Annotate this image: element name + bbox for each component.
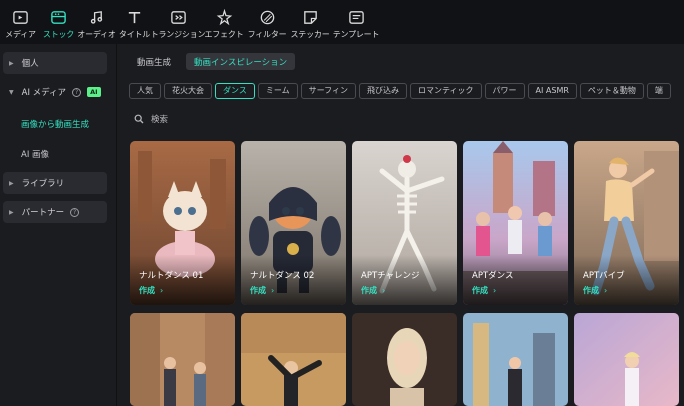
tag-dance[interactable]: ダンス bbox=[215, 83, 255, 99]
card-title: APTチャレンジ bbox=[361, 271, 420, 281]
chevron-right-icon: › bbox=[604, 286, 608, 295]
chevron-right-icon: ▶ bbox=[9, 179, 14, 187]
card-title: APTバイブ bbox=[583, 271, 625, 281]
stock-icon bbox=[50, 8, 68, 26]
card-title: ナルトダンス 02 bbox=[250, 271, 315, 281]
toolbar-sticker[interactable]: ステッカー bbox=[289, 0, 331, 44]
template-card-row2-3[interactable] bbox=[352, 313, 457, 406]
toolbar-template[interactable]: テンプレート bbox=[332, 0, 380, 44]
toolbar-audio[interactable]: オーディオ bbox=[77, 0, 116, 44]
street-dancers-thumbnail bbox=[130, 313, 235, 406]
toolbar-transition-label: トランジション bbox=[150, 30, 206, 39]
tag-popular[interactable]: 人気 bbox=[129, 83, 161, 99]
toolbar-template-label: テンプレート bbox=[332, 30, 380, 39]
blonde-portrait-thumbnail bbox=[352, 313, 457, 406]
tab-video-generation[interactable]: 動画生成 bbox=[129, 53, 179, 70]
title-t-icon bbox=[126, 8, 144, 26]
template-card-row2-4[interactable] bbox=[463, 313, 568, 406]
tag-meme[interactable]: ミーム bbox=[257, 83, 298, 99]
sidebar-item-partner[interactable]: ▶ パートナー ? bbox=[3, 201, 107, 223]
tag-fireworks[interactable]: 花火大会 bbox=[164, 83, 212, 99]
sidebar-subitem-image-to-video[interactable]: 画像から動画生成 bbox=[21, 118, 89, 130]
create-label: 作成 bbox=[583, 286, 599, 295]
search-field[interactable]: 検索 bbox=[134, 113, 168, 125]
filter-icon bbox=[258, 8, 276, 26]
create-label: 作成 bbox=[139, 286, 155, 295]
template-card-naruto-dance-02[interactable]: ナルトダンス 02 作成 › bbox=[241, 141, 346, 305]
create-label: 作成 bbox=[361, 286, 377, 295]
sidebar-item-ai-media[interactable]: ▼ AI メディア ? AI bbox=[3, 81, 107, 103]
help-icon[interactable]: ? bbox=[72, 87, 82, 97]
template-card-row2-5[interactable] bbox=[574, 313, 679, 406]
create-button[interactable]: 作成 › bbox=[250, 285, 274, 296]
chevron-right-icon: › bbox=[160, 286, 164, 295]
toolbar-stock-label: ストック bbox=[42, 30, 75, 39]
toolbar-effect-label: エフェクト bbox=[204, 30, 244, 39]
tag-surfing[interactable]: サーフィン bbox=[300, 83, 356, 99]
create-button[interactable]: 作成 › bbox=[583, 285, 607, 296]
indoor-dancer-thumbnail bbox=[241, 313, 346, 406]
sidebar-item-library[interactable]: ▶ ライブラリ bbox=[3, 172, 107, 194]
sidebar-item-label: AI メディア bbox=[21, 88, 67, 98]
chevron-right-icon: › bbox=[493, 286, 497, 295]
tab-video-inspiration[interactable]: 動画インスピレーション bbox=[186, 53, 296, 70]
music-note-icon bbox=[88, 8, 106, 26]
card-title: APTダンス bbox=[472, 271, 514, 281]
ai-badge: AI bbox=[87, 87, 101, 97]
template-card-apt-dance[interactable]: APTダンス 作成 › bbox=[463, 141, 568, 305]
main-panel: 動画生成 動画インスピレーション 人気 花火大会 ダンス ミーム サーフィン 飛び込み ロマ… bbox=[118, 44, 684, 406]
create-button[interactable]: 作成 › bbox=[139, 285, 163, 296]
search-icon bbox=[134, 114, 144, 124]
template-card-row2-1[interactable] bbox=[130, 313, 235, 406]
search-placeholder: 検索 bbox=[151, 115, 169, 125]
template-card-apt-vibe[interactable]: APTバイブ 作成 › bbox=[574, 141, 679, 305]
sidebar: ▶ 個人 ▼ AI メディア ? AI 画像から動画生成 AI 画像 ▶ ライブ… bbox=[0, 44, 117, 406]
tag-diving[interactable]: 飛び込み bbox=[358, 83, 407, 99]
card-title: ナルトダンス 01 bbox=[139, 271, 204, 281]
toolbar-filter[interactable]: フィルター bbox=[246, 0, 288, 44]
sidebar-item-label: 個人 bbox=[21, 59, 39, 69]
create-label: 作成 bbox=[472, 286, 488, 295]
template-icon bbox=[347, 8, 365, 26]
template-card-row2-2[interactable] bbox=[241, 313, 346, 406]
toolbar-title-label: タイトル bbox=[118, 30, 151, 39]
toolbar-filter-label: フィルター bbox=[247, 30, 287, 39]
toolbar-audio-label: オーディオ bbox=[77, 30, 116, 39]
toolbar-sticker-label: ステッカー bbox=[290, 30, 330, 39]
toolbar-media-label: メディア bbox=[5, 30, 36, 39]
template-card-apt-challenge[interactable]: APTチャレンジ 作成 › bbox=[352, 141, 457, 305]
media-icon bbox=[12, 8, 30, 26]
chevron-right-icon: › bbox=[271, 286, 275, 295]
toolbar-stock[interactable]: ストック bbox=[40, 0, 77, 44]
toolbar-media[interactable]: メディア bbox=[2, 0, 39, 44]
create-button[interactable]: 作成 › bbox=[472, 285, 496, 296]
tag-truncated[interactable]: 端 bbox=[646, 83, 671, 99]
toolbar-transition[interactable]: トランジション bbox=[151, 0, 206, 44]
tag-ai-asmr[interactable]: AI ASMR bbox=[527, 83, 577, 99]
sidebar-subitem-ai-image[interactable]: AI 画像 bbox=[21, 148, 49, 160]
sidebar-item-personal[interactable]: ▶ 個人 bbox=[3, 52, 107, 74]
help-icon[interactable]: ? bbox=[70, 207, 80, 217]
sidebar-item-label: パートナー bbox=[21, 208, 65, 218]
chevron-right-icon: ▶ bbox=[9, 59, 14, 67]
sticker-icon bbox=[301, 8, 319, 26]
chevron-right-icon: ▶ bbox=[9, 208, 14, 216]
toolbar-effect[interactable]: エフェクト bbox=[203, 0, 245, 44]
sidebar-item-label: ライブラリ bbox=[21, 179, 65, 189]
sparkle-icon bbox=[215, 8, 233, 26]
tag-romantic[interactable]: ロマンティック bbox=[409, 83, 482, 99]
top-toolbar: メディア ストック オーディオ タイトル トランジション エフェクト フィルター… bbox=[0, 0, 684, 44]
toolbar-title[interactable]: タイトル bbox=[116, 0, 153, 44]
pastel-dancer-thumbnail bbox=[574, 313, 679, 406]
chevron-down-icon: ▼ bbox=[9, 88, 14, 96]
category-tags: 人気 花火大会 ダンス ミーム サーフィン 飛び込み ロマンティック パワー AI ASMR ペッ… bbox=[129, 83, 684, 99]
tag-power[interactable]: パワー bbox=[484, 83, 525, 99]
city-dancer-thumbnail bbox=[463, 313, 568, 406]
create-label: 作成 bbox=[250, 286, 266, 295]
template-card-naruto-dance-01[interactable]: ナルトダンス 01 作成 › bbox=[130, 141, 235, 305]
create-button[interactable]: 作成 › bbox=[361, 285, 385, 296]
tag-pets-animals[interactable]: ペット＆動物 bbox=[579, 83, 644, 99]
chevron-right-icon: › bbox=[382, 286, 386, 295]
transition-icon bbox=[169, 8, 187, 26]
